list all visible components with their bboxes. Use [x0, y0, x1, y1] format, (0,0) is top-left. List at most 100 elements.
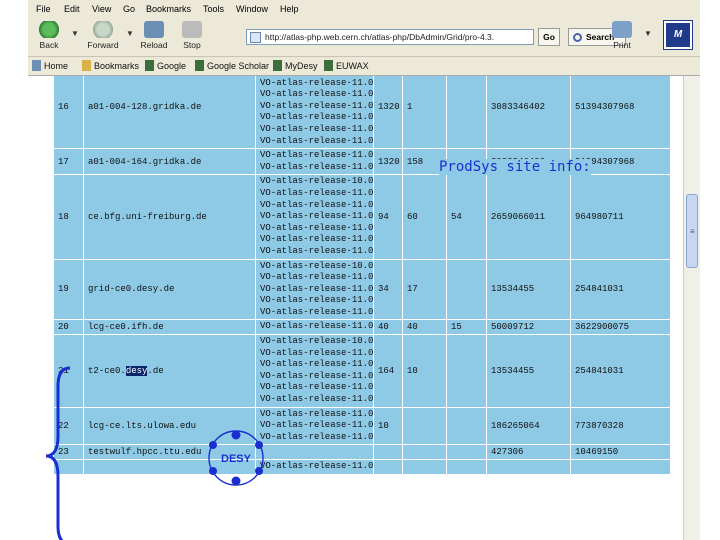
overlay-title: ProdSys site info:: [439, 159, 591, 175]
value-cell: [402, 459, 447, 475]
software-tag: VO-atlas-release-11.0.2: [260, 150, 374, 161]
value-cell: [446, 444, 487, 460]
value-cell: 1: [402, 76, 447, 150]
menu-file[interactable]: File: [36, 4, 51, 14]
menu-window[interactable]: Window: [236, 4, 268, 14]
back-dropdown-icon[interactable]: ▼: [71, 29, 79, 38]
software-tag: VO-atlas-release-11.0.4: [260, 295, 374, 306]
value-cell: 50009712: [486, 319, 571, 336]
host-text: t2-ce0.: [88, 365, 126, 376]
bookmark-home[interactable]: Home: [44, 61, 68, 71]
software-cell: VO-atlas-release-10.0.4 VO-atlas-release-…: [255, 174, 374, 260]
software-cell: VO-atlas-release-10.0.1VO-atlas-release-…: [255, 76, 374, 150]
software-cell: [255, 444, 374, 460]
value-cell: 10469150: [570, 444, 671, 460]
menu-view[interactable]: View: [92, 4, 111, 14]
row-number-cell: 20: [53, 319, 84, 336]
menu-edit[interactable]: Edit: [64, 4, 80, 14]
value-cell: 164: [373, 334, 403, 408]
value-cell: 94: [373, 174, 403, 260]
selected-text: desy: [125, 365, 148, 376]
software-tag: VO-atlas-release-10.0.4: [260, 176, 374, 187]
software-cell: VO-atlas-release-10.0.4 VO-atlas-release-…: [255, 258, 374, 321]
value-cell: [402, 444, 447, 460]
value-cell: [446, 459, 487, 475]
bookmark-google-icon: [145, 60, 154, 71]
table-row: 19 grid-ce0.desy.de VO-atlas-release-10.0.…: [53, 258, 671, 321]
software-cell: VO-atlas-release-11.0.2 VO-atlas-release-…: [255, 148, 374, 176]
software-tag: VO-atlas-release-11.0.1: [260, 347, 374, 358]
software-cell: VO-atlas-release-10.0.4 VO-atlas-release-…: [255, 334, 374, 408]
bookmark-scholar-icon: [195, 60, 204, 71]
software-tag: VO-atlas-release-11.0.4: [260, 112, 374, 123]
bookmark-google[interactable]: Google: [157, 61, 186, 71]
value-cell: [486, 459, 571, 475]
software-tag: VO-atlas-release-10.0.4: [260, 260, 374, 271]
browser-logo: M: [663, 20, 693, 50]
software-tag: VO-atlas-release-10.0.4: [260, 336, 374, 347]
host-cell: a01-004-164.gridka.de: [83, 148, 256, 176]
go-button[interactable]: Go: [538, 28, 560, 46]
table-row: 23 testwulf.hpcc.ttu.edu 427306 10469150: [53, 444, 671, 460]
value-cell: 17: [402, 258, 447, 321]
forward-button[interactable]: Forward: [83, 21, 123, 50]
value-cell: 54: [446, 174, 487, 260]
reload-button[interactable]: Reload: [138, 21, 170, 50]
value-cell: 34: [373, 258, 403, 321]
software-tag: VO-atlas-release-11.0.3: [260, 100, 374, 111]
bookmark-google-scholar[interactable]: Google Scholar: [207, 61, 269, 71]
host-cell: grid-ce0.desy.de: [83, 258, 256, 321]
stop-button[interactable]: Stop: [178, 21, 206, 50]
value-cell: [373, 444, 403, 460]
bookmark-euwax[interactable]: EUWAX: [336, 61, 369, 71]
software-tag: VO-atlas-release-11.0.2: [260, 89, 374, 100]
value-cell: 40: [373, 319, 403, 336]
software-tag: VO-atlas-release-11.0.4: [260, 461, 374, 471]
menu-tools[interactable]: Tools: [203, 4, 224, 14]
host-cell: a01-004-128.gridka.de: [83, 76, 256, 150]
value-cell: [446, 258, 487, 321]
search-icon: [573, 33, 582, 42]
menu-bar: File Edit View Go Bookmarks Tools Window…: [28, 0, 700, 19]
desy-logo: DESY: [208, 430, 264, 486]
software-tag: [260, 446, 369, 458]
menu-go[interactable]: Go: [123, 4, 135, 14]
software-tag: VO-atlas-release-11.0.41: [260, 306, 374, 317]
table-row: 18 ce.bfg.uni-freiburg.de VO-atlas-release…: [53, 174, 671, 260]
scrollbar-thumb[interactable]: ≡: [686, 194, 698, 268]
value-cell: 10: [402, 334, 447, 408]
software-tag: VO-atlas-release-11.0.3: [260, 283, 374, 294]
value-cell: [446, 406, 487, 446]
forward-dropdown-icon[interactable]: ▼: [126, 29, 134, 38]
software-cell: VO-atlas-release-11.0.42: [255, 319, 374, 336]
value-cell: [570, 459, 671, 475]
menu-help[interactable]: Help: [280, 4, 299, 14]
vertical-scrollbar[interactable]: ≡: [683, 76, 700, 540]
menu-bookmarks[interactable]: Bookmarks: [146, 4, 191, 14]
value-cell: 427306: [486, 444, 571, 460]
grip-icon: ≡: [690, 227, 695, 236]
software-tag: VO-atlas-release-11.0.41: [260, 123, 374, 134]
bookmark-bookmarks[interactable]: Bookmarks: [94, 61, 139, 71]
back-arrow-icon: [39, 21, 59, 38]
print-dropdown-icon[interactable]: ▼: [644, 29, 652, 38]
back-button[interactable]: Back: [34, 21, 64, 50]
value-cell: 186265064: [486, 406, 571, 446]
value-cell: [373, 459, 403, 475]
software-tag: VO-atlas-release-11.0.3: [260, 161, 374, 172]
software-tag: VO-atlas-release-11.0.41: [260, 420, 374, 431]
row-number-cell: 17: [53, 148, 84, 176]
software-tag: VO-atlas-release-11.0.3: [260, 211, 374, 222]
print-button[interactable]: Print: [608, 21, 636, 50]
software-tag: VO-atlas-release-11.0.4: [260, 382, 374, 393]
value-cell: 40: [402, 319, 447, 336]
value-cell: 254841031: [570, 258, 671, 321]
software-tag: VO-atlas-release-11.0.2: [260, 199, 374, 210]
row-number-cell: 19: [53, 258, 84, 321]
host-text: .de: [147, 365, 164, 376]
bookmark-mydesy[interactable]: MyDesy: [285, 61, 318, 71]
value-cell: 1320: [373, 148, 403, 176]
table-row: 16 a01-004-128.gridka.de VO-atlas-release-…: [53, 76, 671, 150]
home-icon: [32, 60, 41, 71]
address-bar[interactable]: http://atlas-php.web.cern.ch/atlas-php/D…: [246, 29, 534, 45]
